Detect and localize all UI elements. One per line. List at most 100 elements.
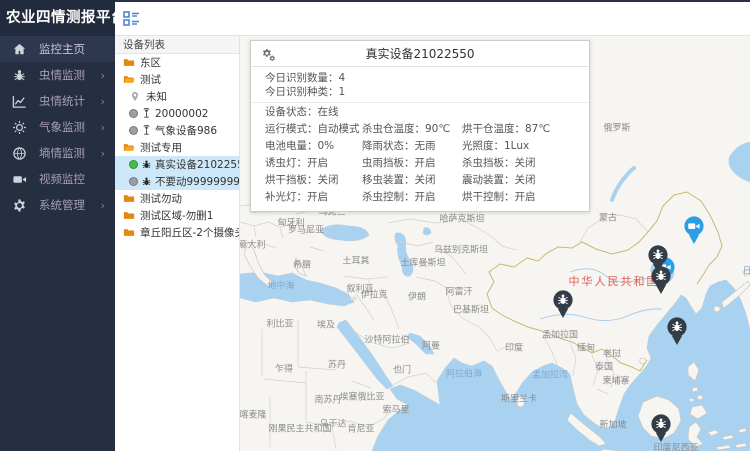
device-popup: 真实设备21022550 今日识别数量：4今日识别种类：1 设备状态：在线 运行… <box>250 40 590 212</box>
sidebar-item-4[interactable]: 气象监测 › <box>0 114 115 140</box>
popup-field: 震动装置：关闭 <box>462 172 589 189</box>
bug-device-icon <box>141 176 152 187</box>
folder-icon <box>123 210 135 221</box>
sidebar-item-label: 气象监测 <box>39 119 85 135</box>
tree-item[interactable]: 东区 <box>115 54 239 71</box>
tree-item-label: 未知 <box>146 89 167 104</box>
tree-item-label: 测试专用 <box>140 140 182 155</box>
device-popup-title: 真实设备21022550 <box>365 47 474 61</box>
device-panel: 设备列表 东区测试未知 20000002 气象设备986 测试专用真实设备210225… <box>115 36 240 451</box>
bug-device-icon <box>141 159 152 170</box>
tree-item-label: 气象设备986 <box>155 123 217 138</box>
tree-item-label: 真实设备21022550 <box>155 157 239 172</box>
popup-field: 虫雨挡板：开启 <box>362 155 462 172</box>
tree-item[interactable]: 未知 <box>115 88 239 105</box>
device-tree: 东区测试未知 20000002 气象设备986 测试专用真实设备21022550 不要动… <box>115 54 239 241</box>
folder-icon <box>123 227 135 238</box>
chevron-right-icon: › <box>101 199 105 212</box>
tree-item[interactable]: 测试专用 <box>115 139 239 156</box>
popup-field: 杀虫仓温度：90℃ <box>362 121 462 138</box>
map-pin-bug-dark[interactable] <box>650 413 672 443</box>
popup-field: 烘干挡板：关闭 <box>265 172 362 189</box>
weather-icon <box>12 120 27 135</box>
map-pin-bug-dark[interactable] <box>650 265 672 295</box>
app-title: 农业四情测报平台 <box>0 0 115 36</box>
popup-field: 诱虫灯：开启 <box>265 155 362 172</box>
folder-open-icon <box>123 74 135 85</box>
map-pin-bug-dark[interactable] <box>552 289 574 319</box>
sidebar-item-label: 虫情监测 <box>39 67 85 83</box>
popup-summary: 今日识别数量：4今日识别种类：1 <box>251 67 589 103</box>
tree-item-label: 测试区域-勿删1 <box>140 208 213 223</box>
map-pin-bug-dark[interactable] <box>666 316 688 346</box>
globe-icon <box>12 146 27 161</box>
gear-icon <box>12 198 27 213</box>
sidebar-item-label: 系统管理 <box>39 197 85 213</box>
tree-item[interactable]: 章丘阳丘区-2个摄像头 <box>115 224 239 241</box>
sidebar-item-label: 监控主页 <box>39 41 85 57</box>
status-dot-gray <box>129 126 138 135</box>
tree-list-icon[interactable] <box>123 10 140 27</box>
folder-icon <box>123 193 135 204</box>
tree-item[interactable]: 测试勿动 <box>115 190 239 207</box>
status-dot-gray <box>129 109 138 118</box>
status-dot-green <box>129 160 138 169</box>
popup-field: 电池电量：0% <box>265 138 362 155</box>
sidebar-item-1[interactable]: 监控主页 <box>0 36 115 62</box>
sidebar-item-label: 视频监控 <box>39 171 85 187</box>
topbar <box>115 0 750 36</box>
sidebar-item-7[interactable]: 系统管理 › <box>0 192 115 218</box>
popup-field: 补光灯：开启 <box>265 189 362 206</box>
map-canvas[interactable]: 俄罗斯蒙古哈萨克斯坦捷克乌克兰匈牙利罗马尼亚意大利希腊土耳其叙利亚伊拉克伊朗阿富… <box>240 36 750 451</box>
tree-item-label: 20000002 <box>155 108 208 120</box>
popup-field: 烘干控制：开启 <box>462 189 589 206</box>
tree-item[interactable]: 不要动99999999 <box>115 173 239 190</box>
chevron-right-icon: › <box>101 147 105 160</box>
popup-grid: 运行模式：自动模式杀虫仓温度：90℃烘干仓温度：87℃ 电池电量：0%降雨状态：无… <box>251 121 589 211</box>
status-dot-gray <box>129 177 138 186</box>
sidebar-item-3[interactable]: 虫情统计 › <box>0 88 115 114</box>
pin-icon <box>129 91 141 102</box>
chart-icon <box>12 94 27 109</box>
map-pin-camera-blue[interactable] <box>683 215 705 245</box>
tree-item[interactable]: 真实设备21022550 <box>115 156 239 173</box>
popup-status-line: 设备状态：在线 <box>251 103 589 121</box>
sidebar-menu: 监控主页虫情监测 › 虫情统计 › 气象监测 › 墒情监测 › 视频监控系统管理 › <box>0 36 115 218</box>
device-panel-title: 设备列表 <box>115 36 239 54</box>
popup-field: 降雨状态：无雨 <box>362 138 462 155</box>
gears-icon[interactable] <box>261 47 276 62</box>
folder-icon <box>123 57 135 68</box>
popup-field: 烘干仓温度：87℃ <box>462 121 589 138</box>
sidebar-item-label: 虫情统计 <box>39 93 85 109</box>
popup-field: 杀虫挡板：关闭 <box>462 155 589 172</box>
tree-item[interactable]: 气象设备986 <box>115 122 239 139</box>
video-icon <box>12 172 27 187</box>
sidebar-item-2[interactable]: 虫情监测 › <box>0 62 115 88</box>
popup-field: 杀虫控制：开启 <box>362 189 462 206</box>
sidebar-item-6[interactable]: 视频监控 <box>0 166 115 192</box>
tree-item[interactable]: 测试区域-勿删1 <box>115 207 239 224</box>
chevron-right-icon: › <box>101 95 105 108</box>
folder-open-icon <box>123 142 135 153</box>
popup-field: 移虫装置：关闭 <box>362 172 462 189</box>
home-icon <box>12 42 27 57</box>
sidebar-item-label: 墒情监测 <box>39 145 85 161</box>
tree-item-label: 测试 <box>140 72 161 87</box>
weather-device-icon <box>141 125 152 136</box>
tree-item-label: 不要动99999999 <box>155 174 239 189</box>
tree-item[interactable]: 20000002 <box>115 105 239 122</box>
bug-icon <box>12 68 27 83</box>
popup-field: 运行模式：自动模式 <box>265 121 362 138</box>
app-window: 农业四情测报平台 监控主页虫情监测 › 虫情统计 › 气象监测 › 墒情监测 › 视频监控系统管… <box>0 0 750 451</box>
sidebar-item-5[interactable]: 墒情监测 › <box>0 140 115 166</box>
tree-item[interactable]: 测试 <box>115 71 239 88</box>
chevron-right-icon: › <box>101 69 105 82</box>
popup-summary-line: 今日识别种类：1 <box>251 85 589 99</box>
tree-item-label: 测试勿动 <box>140 191 182 206</box>
content: 设备列表 东区测试未知20000002气象设备986测试专用真实设备210225… <box>115 36 750 451</box>
chevron-right-icon: › <box>101 121 105 134</box>
sidebar: 农业四情测报平台 监控主页虫情监测 › 虫情统计 › 气象监测 › 墒情监测 › 视频监控系统管… <box>0 0 115 451</box>
weather-device-icon <box>141 108 152 119</box>
popup-field: 光照度：1Lux <box>462 138 589 155</box>
tree-item-label: 东区 <box>140 55 161 70</box>
